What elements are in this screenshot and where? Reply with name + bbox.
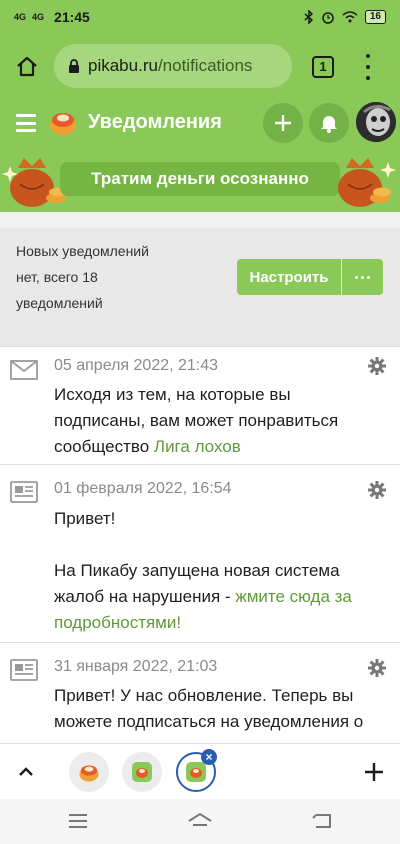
bell-icon: [321, 116, 337, 133]
money-bag-icon: [338, 158, 396, 207]
notification-date: 05 апреля 2022, 21:43: [54, 357, 219, 374]
bluetooth-icon: [304, 10, 313, 24]
page-title: Уведомления: [88, 111, 222, 133]
newspaper-icon: [10, 481, 38, 503]
browser-tab-strip: ×: [0, 743, 400, 799]
alarm-icon: [322, 12, 334, 24]
address-bar[interactable]: pikabu.ru/notifications: [54, 44, 292, 88]
recent-apps-icon[interactable]: [64, 809, 92, 833]
hamburger-menu-icon[interactable]: [16, 114, 36, 132]
browser-menu-button[interactable]: [362, 54, 374, 80]
notification-greeting: Привет!: [54, 509, 116, 528]
settings-button[interactable]: Настроить: [237, 259, 341, 295]
notifications-button[interactable]: [309, 103, 349, 143]
app-header: Уведомления: [0, 98, 400, 150]
notification-text: Исходя из тем, на которые вы подписаны, …: [54, 385, 339, 456]
community-link[interactable]: Лига лохов: [154, 437, 241, 456]
url-domain: pikabu.ru: [88, 56, 158, 75]
list-item[interactable]: 05 апреля 2022, 21:43 Исходя из тем, на …: [0, 346, 400, 464]
notification-text: На Пикабу запущена новая система жалоб н…: [54, 561, 352, 632]
banner-text: Тратим деньги осознанно: [60, 162, 340, 196]
gear-icon[interactable]: [368, 659, 386, 677]
more-options-button[interactable]: [342, 259, 383, 295]
status-bar: 4G 4G 21:45 16: [0, 0, 400, 34]
gear-icon[interactable]: [368, 357, 386, 375]
signal-indicator-2: 4G: [32, 11, 45, 22]
signal-indicator-1: 4G: [14, 11, 27, 22]
back-icon[interactable]: [308, 809, 336, 833]
gear-icon[interactable]: [368, 481, 386, 499]
browser-tab[interactable]: [122, 752, 162, 792]
avatar[interactable]: [356, 102, 396, 142]
pikabu-logo[interactable]: [48, 107, 78, 137]
notification-date: 01 февраля 2022, 16:54: [54, 480, 232, 497]
browser-toolbar: pikabu.ru/notifications 1: [0, 34, 400, 98]
plus-icon: [275, 115, 291, 131]
summary-text: Новых уведомлений нет, всего 18 уведомле…: [16, 243, 149, 311]
wifi-icon: [342, 11, 358, 23]
close-tab-icon[interactable]: ×: [201, 749, 217, 765]
envelope-icon: [10, 360, 38, 380]
chevron-up-icon[interactable]: [16, 762, 36, 782]
status-time: 21:45: [54, 9, 90, 25]
new-tab-icon[interactable]: [362, 760, 386, 784]
pikabu-favicon-icon: [132, 762, 152, 782]
list-item[interactable]: 01 февраля 2022, 16:54 Привет! На Пикабу…: [0, 464, 400, 642]
lock-icon: [68, 58, 80, 74]
system-navigation-bar: [0, 799, 400, 844]
home-icon: [17, 56, 37, 77]
promo-banner[interactable]: Тратим деньги осознанно: [0, 150, 400, 212]
pikabu-favicon-icon: [79, 765, 99, 782]
url-path: /notifications: [157, 56, 253, 75]
newspaper-icon: [10, 659, 38, 681]
tab-switcher-button[interactable]: 1: [312, 56, 334, 78]
add-post-button[interactable]: [263, 103, 303, 143]
notification-text: Привет! У нас обновление. Теперь вы може…: [54, 686, 364, 731]
list-item[interactable]: 31 января 2022, 21:03 Привет! У нас обно…: [0, 642, 400, 743]
notification-date: 31 января 2022, 21:03: [54, 658, 218, 675]
battery-indicator: 16: [364, 10, 386, 24]
browser-tab[interactable]: [69, 752, 109, 792]
home-nav-icon[interactable]: [186, 809, 214, 833]
home-button[interactable]: [0, 34, 54, 98]
pikabu-favicon-icon: [186, 762, 206, 782]
